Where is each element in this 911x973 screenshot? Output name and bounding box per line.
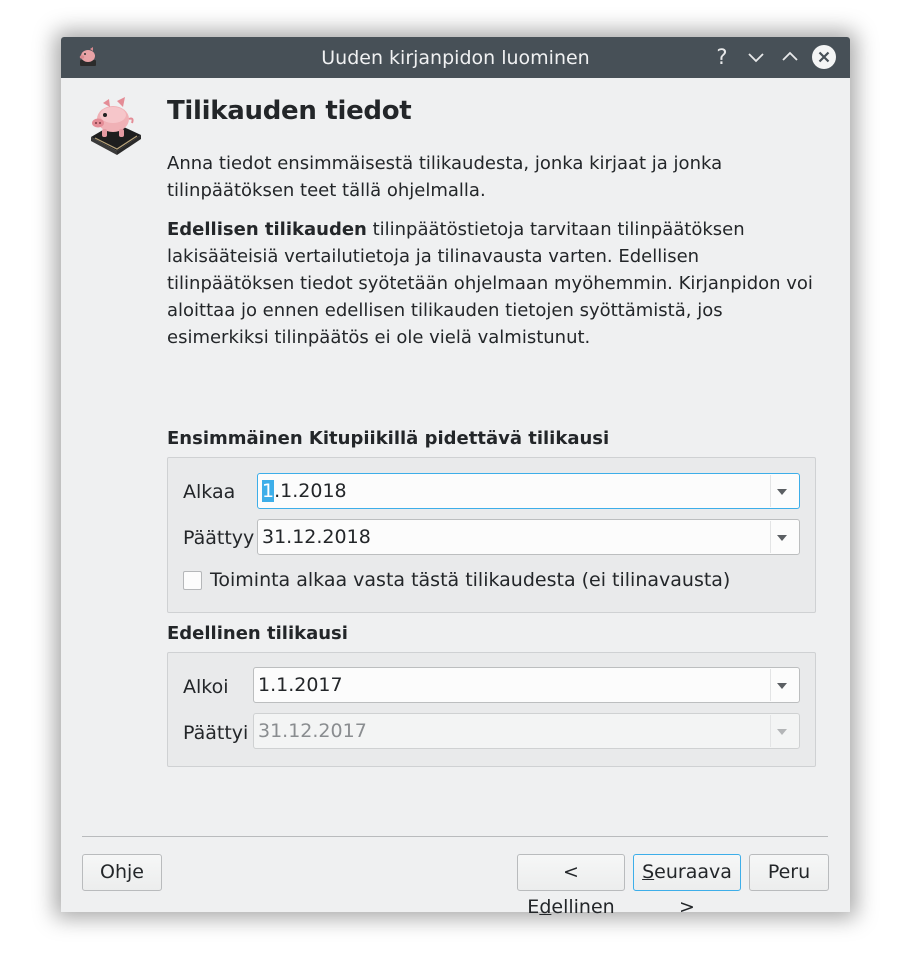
first-period-heading: Ensimmäinen Kitupiikillä pidettävä tilik…: [167, 428, 610, 449]
chevron-down-icon[interactable]: [777, 535, 787, 541]
no-opening-balance-checkbox[interactable]: [183, 571, 202, 590]
prev-start-label: Alkoi: [183, 676, 229, 698]
end-date-combo[interactable]: 31.12.2018: [257, 519, 800, 555]
next-button[interactable]: Seuraava >: [633, 854, 741, 918]
intro-paragraph: Anna tiedot ensimmäisestä tilikaudesta, …: [167, 153, 723, 201]
chevron-down-icon: [777, 729, 787, 735]
next-button-mnemonic: S: [642, 861, 655, 883]
piggy-bank-book-icon: [91, 97, 141, 155]
next-button-label-part: euraava >: [654, 861, 732, 918]
start-date-value[interactable]: 1.1.2018: [262, 480, 347, 502]
page-title: Tilikauden tiedot: [167, 96, 412, 126]
previous-period-info-paragraph: Edellisen tilikauden tilinpäätöstietoja …: [167, 216, 827, 351]
combo-separator: [770, 475, 771, 507]
chevron-down-icon[interactable]: [777, 489, 787, 495]
end-date-label: Päättyy: [183, 527, 255, 549]
back-button[interactable]: < Edellinen: [517, 854, 625, 918]
help-button-label-part: e: [132, 861, 144, 883]
prev-end-label: Päättyi: [183, 722, 249, 744]
back-button-mnemonic: d: [539, 896, 552, 918]
start-date-label: Alkaa: [183, 481, 236, 503]
start-date-combo[interactable]: 1.1.2018: [257, 473, 800, 509]
help-button[interactable]: Ohje: [82, 854, 162, 891]
previous-period-heading: Edellinen tilikausi: [167, 623, 348, 644]
combo-separator: [770, 521, 771, 553]
back-button-label-part: ellinen: [551, 896, 615, 918]
chevron-down-icon[interactable]: [777, 683, 787, 689]
end-date-value[interactable]: 31.12.2018: [262, 526, 371, 548]
help-button-label-part: Oh: [100, 861, 127, 883]
combo-separator: [770, 715, 771, 747]
start-date-selected-char: 1: [262, 480, 275, 502]
prev-start-value[interactable]: 1.1.2017: [258, 674, 343, 696]
prev-end-value: 31.12.2017: [258, 720, 367, 742]
chevron-down-icon[interactable]: [744, 45, 768, 69]
cancel-button[interactable]: Peru: [749, 854, 829, 891]
chevron-up-icon[interactable]: [778, 45, 802, 69]
info-bold-lead: Edellisen tilikauden: [167, 219, 367, 240]
first-period-group: Alkaa 1.1.2018 Päättyy 31.12.2018 Toimin…: [167, 457, 816, 613]
help-icon[interactable]: ?: [710, 45, 734, 69]
close-icon[interactable]: [811, 44, 837, 70]
prev-end-combo: 31.12.2017: [253, 713, 800, 749]
start-date-rest: .1.2018: [274, 480, 347, 502]
prev-start-combo[interactable]: 1.1.2017: [253, 667, 800, 703]
button-divider: [82, 836, 828, 837]
wizard-window: Uuden kirjanpidon luominen ? Tilikauden …: [61, 37, 850, 918]
previous-period-group: Alkoi 1.1.2017 Päättyi 31.12.2017: [167, 652, 816, 767]
title-bar[interactable]: Uuden kirjanpidon luominen ?: [61, 37, 850, 78]
combo-separator: [770, 669, 771, 701]
no-opening-balance-label[interactable]: Toiminta alkaa vasta tästä tilikaudesta …: [210, 569, 730, 591]
